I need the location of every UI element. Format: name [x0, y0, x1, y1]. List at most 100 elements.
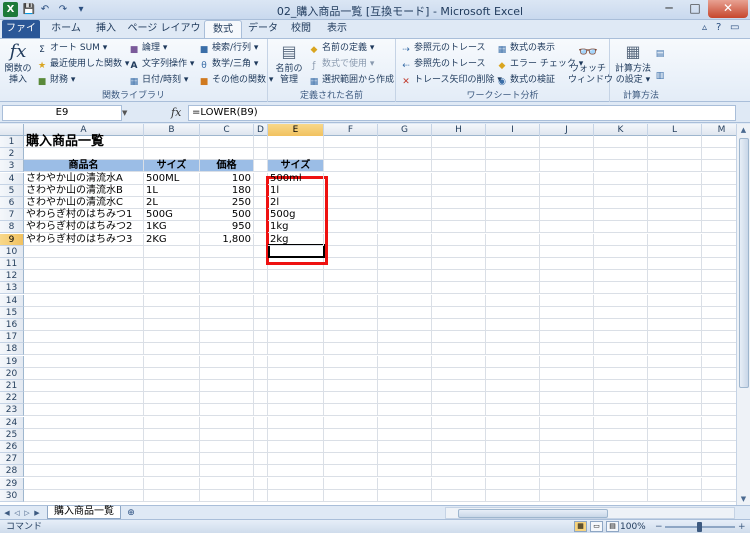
cell-g26[interactable]: [378, 441, 432, 453]
cell-f7[interactable]: [324, 209, 378, 222]
cell-e29[interactable]: [268, 477, 324, 490]
cell-j5[interactable]: [540, 184, 594, 197]
cell-e19[interactable]: [268, 355, 324, 368]
cell-h25[interactable]: [432, 428, 486, 441]
cell-k29[interactable]: [594, 477, 648, 490]
cell-j6[interactable]: [540, 197, 594, 209]
row-header[interactable]: 3: [0, 160, 24, 173]
cell-m29[interactable]: [702, 478, 736, 490]
cell-d3[interactable]: [254, 160, 268, 173]
column-header-i[interactable]: I: [486, 124, 540, 136]
cell-h4[interactable]: [432, 172, 486, 185]
cell-l30[interactable]: [648, 489, 702, 502]
cell-b7[interactable]: 500G: [144, 209, 200, 222]
cell-a18[interactable]: [24, 343, 144, 356]
cell-g10[interactable]: [378, 245, 432, 258]
cell-b14[interactable]: [144, 294, 200, 307]
cell-a4[interactable]: さわやか山の清流水A: [24, 172, 144, 185]
cell-b24[interactable]: [144, 416, 200, 429]
cell-g30[interactable]: [378, 489, 432, 502]
row-header[interactable]: 6: [0, 197, 24, 209]
create-from-selection-button[interactable]: ▦ 選択範囲から作成: [308, 73, 394, 88]
page-break-preview-icon[interactable]: ▤: [606, 521, 619, 532]
cell-a24[interactable]: [24, 416, 144, 429]
cell-i26[interactable]: [486, 441, 540, 453]
tab-home[interactable]: ホーム: [46, 20, 86, 38]
cell-c3[interactable]: 価格: [200, 160, 254, 173]
close-button[interactable]: ✕: [708, 0, 748, 18]
cell-i22[interactable]: [486, 392, 540, 405]
cell-c6[interactable]: 250: [200, 197, 254, 209]
cell-c15[interactable]: [200, 306, 254, 319]
cell-i1[interactable]: [486, 136, 540, 148]
cell-d2[interactable]: [254, 148, 268, 161]
cell-g4[interactable]: [378, 172, 432, 185]
cell-f25[interactable]: [324, 428, 378, 441]
cell-m10[interactable]: [702, 246, 736, 258]
cell-j19[interactable]: [540, 355, 594, 368]
column-header-f[interactable]: F: [324, 124, 378, 136]
help-icon[interactable]: ?: [716, 22, 721, 33]
cell-k19[interactable]: [594, 355, 648, 368]
cell-f2[interactable]: [324, 148, 378, 161]
cell-b9[interactable]: 2KG: [144, 233, 200, 246]
cell-m7[interactable]: [702, 209, 736, 222]
evaluate-formula-button[interactable]: ◉ 数式の検証: [496, 73, 555, 88]
cell-j2[interactable]: [540, 148, 594, 161]
cell-l12[interactable]: [648, 270, 702, 283]
cell-a3[interactable]: 商品名: [24, 160, 144, 173]
cell-l19[interactable]: [648, 355, 702, 368]
save-icon[interactable]: 💾: [22, 3, 36, 17]
cell-c1[interactable]: [200, 136, 254, 148]
financial-button[interactable]: ■ 財務 ▾: [36, 73, 76, 88]
cell-i30[interactable]: [486, 489, 540, 502]
cell-k4[interactable]: [594, 172, 648, 185]
cell-g25[interactable]: [378, 428, 432, 441]
cell-e1[interactable]: [268, 136, 324, 148]
row-header[interactable]: 25: [0, 428, 24, 441]
cell-b12[interactable]: [144, 270, 200, 283]
cell-h20[interactable]: [432, 367, 486, 380]
row-header[interactable]: 16: [0, 319, 24, 331]
cell-m16[interactable]: [702, 319, 736, 331]
cell-g19[interactable]: [378, 355, 432, 368]
cell-g1[interactable]: [378, 136, 432, 148]
cell-f16[interactable]: [324, 319, 378, 331]
calculation-options-button[interactable]: ▦ 計算方法 の設定 ▾: [612, 41, 654, 86]
cell-c11[interactable]: [200, 258, 254, 270]
cell-f24[interactable]: [324, 416, 378, 429]
cell-d28[interactable]: [254, 465, 268, 478]
row-header[interactable]: 19: [0, 355, 24, 368]
cell-e23[interactable]: [268, 404, 324, 417]
vertical-scroll-thumb[interactable]: [739, 138, 749, 388]
cell-m5[interactable]: [702, 185, 736, 197]
cell-e9[interactable]: 2kg: [268, 233, 324, 246]
cell-f22[interactable]: [324, 392, 378, 405]
cell-i29[interactable]: [486, 477, 540, 490]
row-header[interactable]: 29: [0, 477, 24, 490]
cell-l24[interactable]: [648, 416, 702, 429]
cell-e26[interactable]: [268, 441, 324, 453]
cell-h21[interactable]: [432, 380, 486, 392]
cell-d4[interactable]: [254, 172, 268, 185]
cell-f18[interactable]: [324, 343, 378, 356]
cell-k24[interactable]: [594, 416, 648, 429]
horizontal-scroll-thumb[interactable]: [458, 509, 608, 518]
cell-m23[interactable]: [702, 404, 736, 417]
cell-d25[interactable]: [254, 428, 268, 441]
cell-d27[interactable]: [254, 453, 268, 466]
cell-b19[interactable]: [144, 355, 200, 368]
cell-a14[interactable]: [24, 294, 144, 307]
more-functions-button[interactable]: ■ その他の関数 ▾: [198, 73, 274, 88]
cell-d1[interactable]: [254, 136, 268, 148]
cell-c12[interactable]: [200, 270, 254, 283]
row-header[interactable]: 5: [0, 184, 24, 197]
cell-g12[interactable]: [378, 270, 432, 283]
cell-a26[interactable]: [24, 441, 144, 453]
cell-b11[interactable]: [144, 258, 200, 270]
cell-c13[interactable]: [200, 282, 254, 295]
cell-f13[interactable]: [324, 282, 378, 295]
cell-f20[interactable]: [324, 367, 378, 380]
cell-e22[interactable]: [268, 392, 324, 405]
cell-b13[interactable]: [144, 282, 200, 295]
